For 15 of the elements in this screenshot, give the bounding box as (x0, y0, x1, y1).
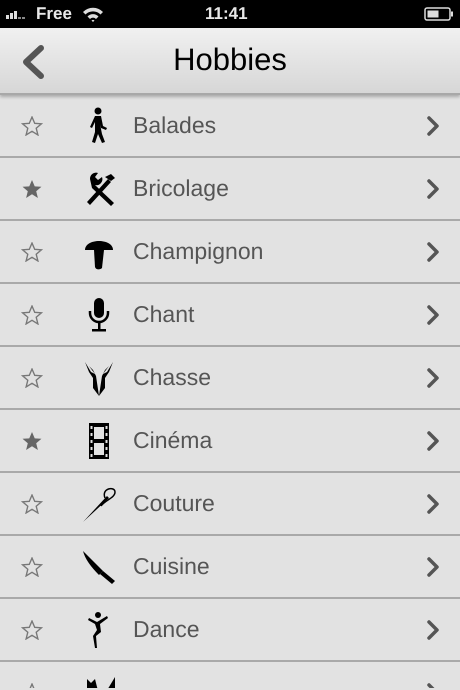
back-icon (21, 45, 45, 79)
battery-icon (424, 7, 454, 21)
carrier-name: Free (36, 3, 72, 26)
screen-title: Hobbies (173, 41, 287, 80)
row-label: Dance (133, 615, 200, 644)
row-label: Cinéma (133, 426, 212, 456)
row-label: Chasse (133, 363, 211, 392)
row-label: Bricolage (133, 174, 229, 204)
row-label: Chant (133, 300, 194, 330)
row-label: Balades (133, 111, 216, 140)
wifi-icon (82, 6, 104, 22)
clock-time: 11:41 (205, 3, 248, 26)
row-label: Couture (133, 489, 215, 518)
row-label: Champignon (133, 237, 264, 266)
row-label: Cuisine (133, 552, 210, 582)
